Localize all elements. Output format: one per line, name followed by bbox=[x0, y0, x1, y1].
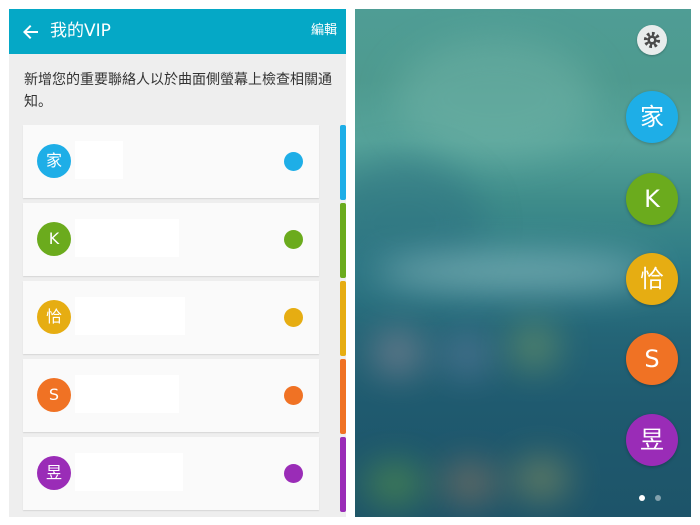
contact-color-dot bbox=[284, 152, 303, 171]
contact-row[interactable]: 恰 bbox=[23, 281, 319, 354]
wallpaper-blur bbox=[510, 325, 558, 369]
contact-row[interactable]: S bbox=[23, 359, 319, 432]
edge-contact-avatar[interactable]: 恰 bbox=[626, 253, 678, 305]
edge-settings-button[interactable] bbox=[637, 25, 667, 55]
wallpaper-blur bbox=[375, 254, 655, 290]
back-button[interactable] bbox=[19, 20, 43, 44]
contact-name-redacted bbox=[75, 219, 179, 257]
page-indicator-dot[interactable] bbox=[639, 495, 645, 501]
vip-settings-screen: 我的VIP 編輯 新增您的重要聯絡人以於曲面側螢幕上檢查相關通知。 家 K 恰 … bbox=[9, 9, 346, 517]
arrow-back-icon bbox=[23, 25, 38, 39]
contact-row[interactable]: 家 bbox=[23, 125, 319, 198]
contact-color-dot bbox=[284, 464, 303, 483]
avatar: 恰 bbox=[37, 300, 71, 334]
avatar: K bbox=[37, 222, 71, 256]
edge-screen: 家 K 恰 S 昱 bbox=[355, 9, 691, 517]
wallpaper-blur bbox=[373, 331, 423, 375]
avatar: S bbox=[37, 378, 71, 412]
edge-color-strip bbox=[340, 125, 346, 200]
wallpaper-blur bbox=[443, 335, 491, 375]
contact-row[interactable]: K bbox=[23, 203, 319, 276]
edge-contact-avatar[interactable]: 家 bbox=[626, 91, 678, 143]
gear-icon bbox=[643, 31, 661, 49]
wallpaper-blur bbox=[513, 459, 569, 499]
wallpaper-blur bbox=[365, 464, 425, 504]
edge-color-strip bbox=[340, 359, 346, 434]
edit-button[interactable]: 編輯 bbox=[311, 22, 337, 40]
app-bar: 我的VIP 編輯 bbox=[9, 9, 346, 54]
contact-row[interactable]: 昱 bbox=[23, 437, 319, 510]
edge-contact-avatar[interactable]: S bbox=[626, 333, 678, 385]
contact-name-redacted bbox=[75, 453, 183, 491]
wallpaper-blur bbox=[395, 39, 595, 159]
contact-color-dot bbox=[284, 308, 303, 327]
edge-color-strip bbox=[340, 437, 346, 512]
contact-color-dot bbox=[284, 230, 303, 249]
edge-color-strip bbox=[340, 203, 346, 278]
edge-color-strip bbox=[340, 281, 346, 356]
contact-name-redacted bbox=[75, 297, 185, 335]
avatar: 昱 bbox=[37, 456, 71, 490]
contact-name-redacted bbox=[75, 141, 123, 179]
page-title: 我的VIP bbox=[50, 21, 111, 41]
contact-color-dot bbox=[284, 386, 303, 405]
description-text: 新增您的重要聯絡人以於曲面側螢幕上檢查相關通知。 bbox=[24, 72, 332, 110]
contact-name-redacted bbox=[75, 375, 179, 413]
edge-contact-avatar[interactable]: 昱 bbox=[626, 414, 678, 466]
wallpaper-blur bbox=[443, 464, 497, 502]
avatar: 家 bbox=[37, 144, 71, 178]
page-indicator-dot[interactable] bbox=[655, 495, 661, 501]
edge-contact-avatar[interactable]: K bbox=[626, 173, 678, 225]
